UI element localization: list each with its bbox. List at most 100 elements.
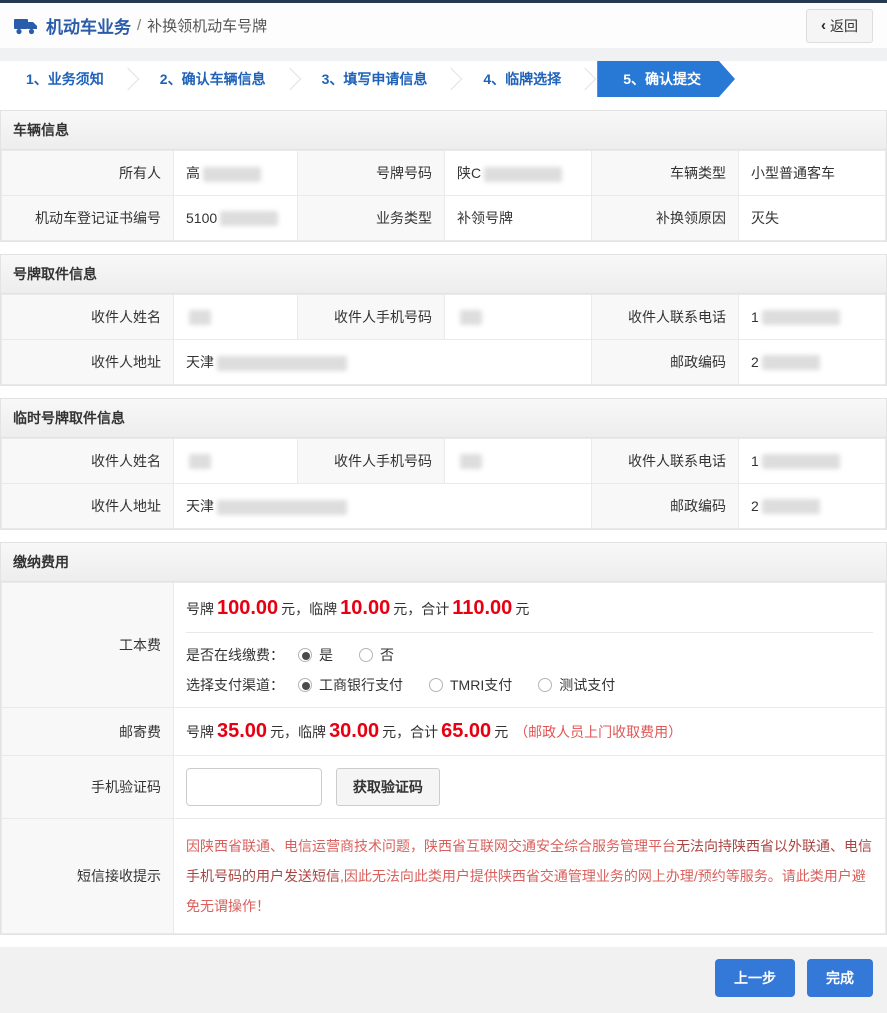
section-title: 临时号牌取件信息: [1, 399, 886, 438]
breadcrumb-separator: /: [137, 17, 141, 34]
field-label-recipient-address: 收件人地址: [2, 340, 174, 385]
truck-icon: [14, 17, 38, 35]
online-pay-row: 是否在线缴费： 是 否: [186, 645, 873, 665]
tab-step-5-active[interactable]: 5、确认提交: [597, 61, 735, 97]
field-label-recipient-mobile: 收件人手机号码: [298, 295, 445, 340]
table-row: 收件人地址 天津 邮政编码 2: [2, 340, 886, 385]
redacted-value: [217, 356, 347, 371]
field-value-recipient-address: 天津: [174, 484, 592, 529]
table-row: 手机验证码 获取验证码: [2, 756, 886, 819]
tab-step-3[interactable]: 3、填写申请信息: [296, 61, 454, 97]
redacted-value: [203, 167, 261, 182]
radio-unselected-icon[interactable]: [538, 678, 552, 692]
radio-channel-icbc[interactable]: 工商银行支付: [298, 675, 403, 695]
redacted-value: [762, 499, 820, 514]
field-label-recipient-phone: 收件人联系电话: [592, 439, 739, 484]
get-sms-code-button[interactable]: 获取验证码: [336, 768, 440, 806]
tab-step-1[interactable]: 1、业务须知: [0, 61, 130, 97]
field-label-reg-cert-no: 机动车登记证书编号: [2, 196, 174, 241]
redacted-value: [762, 454, 840, 469]
field-value-postage-fee: 号牌35.00元，临牌30.00元，合计65.00元（邮政人员上门收取费用）: [174, 708, 886, 756]
radio-channel-tmri[interactable]: TMRI支付: [429, 675, 512, 695]
field-label-sms-notice: 短信接收提示: [2, 819, 174, 934]
postage-fee-note: （邮政人员上门收取费用）: [514, 724, 682, 740]
field-label-recipient-mobile: 收件人手机号码: [298, 439, 445, 484]
field-value-recipient-mobile: [445, 295, 592, 340]
field-value-business-type: 补领号牌: [445, 196, 592, 241]
section-fees: 缴纳费用 工本费 号牌100.00元，临牌10.00元，合计110.00元 是否…: [0, 542, 887, 935]
header-divider-band: [0, 48, 887, 61]
tab-step-4[interactable]: 4、临牌选择: [457, 61, 587, 97]
field-value-recipient-phone: 1: [739, 295, 886, 340]
field-label-recipient-phone: 收件人联系电话: [592, 295, 739, 340]
section-temp-plate-delivery: 临时号牌取件信息 收件人姓名 收件人手机号码 收件人联系电话 1 收件人地址 天…: [0, 398, 887, 530]
footer-action-bar: 上一步 完成: [0, 947, 887, 1013]
finish-button[interactable]: 完成: [807, 959, 873, 997]
field-value-recipient-mobile: [445, 439, 592, 484]
field-value-recipient-phone: 1: [739, 439, 886, 484]
step-tabs: 1、业务须知 2、确认车辆信息 3、填写申请信息 4、临牌选择 5、确认提交: [0, 61, 887, 97]
app-title: 机动车业务: [46, 13, 131, 38]
page-title: 补换领机动车号牌: [147, 15, 267, 36]
radio-unselected-icon[interactable]: [359, 648, 373, 662]
previous-step-button[interactable]: 上一步: [715, 959, 795, 997]
radio-label: 工商银行支付: [319, 675, 403, 695]
field-label-recipient-name: 收件人姓名: [2, 439, 174, 484]
radio-unselected-icon[interactable]: [429, 678, 443, 692]
field-label-postage-fee: 邮寄费: [2, 708, 174, 756]
redacted-value: [762, 355, 820, 370]
radio-channel-test[interactable]: 测试支付: [538, 675, 615, 695]
radio-selected-icon[interactable]: [298, 678, 312, 692]
field-label-postcode: 邮政编码: [592, 484, 739, 529]
redacted-value: [220, 211, 278, 226]
redacted-value: [189, 310, 211, 325]
radio-label: 测试支付: [559, 675, 615, 695]
total-fee-amount: 110.00: [452, 597, 512, 619]
radio-label: 否: [380, 645, 394, 665]
redacted-value: [484, 167, 562, 182]
table-row: 工本费 号牌100.00元，临牌10.00元，合计110.00元 是否在线缴费：…: [2, 583, 886, 708]
page-header: 机动车业务 / 补换领机动车号牌 ‹ 返回: [0, 3, 887, 48]
field-value-production-fee: 号牌100.00元，临牌10.00元，合计110.00元 是否在线缴费： 是 否…: [174, 583, 886, 708]
table-row: 机动车登记证书编号 5100 业务类型 补领号牌 补换领原因 灭失: [2, 196, 886, 241]
redacted-value: [762, 310, 840, 325]
field-label-owner: 所有人: [2, 151, 174, 196]
field-value-recipient-name: [174, 295, 298, 340]
plate-fee-amount: 100.00: [217, 597, 278, 619]
field-value-reg-cert-no: 5100: [174, 196, 298, 241]
section-title: 号牌取件信息: [1, 255, 886, 294]
tab-step-2[interactable]: 2、确认车辆信息: [134, 61, 292, 97]
table-row: 所有人 高 号牌号码 陕C 车辆类型 小型普通客车: [2, 151, 886, 196]
section-plate-delivery: 号牌取件信息 收件人姓名 收件人手机号码 收件人联系电话 1 收件人地址 天津 …: [0, 254, 887, 386]
sms-notice-text: 因陕西省联通、电信运营商技术问题，陕西省互联网交通安全综合服务管理平台无法向持陕…: [186, 831, 873, 921]
sms-code-input[interactable]: [186, 768, 322, 806]
section-title: 车辆信息: [1, 111, 886, 150]
pay-channel-label: 选择支付渠道：: [186, 675, 284, 695]
back-button[interactable]: ‹ 返回: [806, 9, 873, 43]
field-value-sms-code: 获取验证码: [174, 756, 886, 819]
table-row: 短信接收提示 因陕西省联通、电信运营商技术问题，陕西省互联网交通安全综合服务管理…: [2, 819, 886, 934]
field-value-plate-no: 陕C: [445, 151, 592, 196]
field-label-vehicle-type: 车辆类型: [592, 151, 739, 196]
field-label-recipient-name: 收件人姓名: [2, 295, 174, 340]
field-label-business-type: 业务类型: [298, 196, 445, 241]
online-pay-label: 是否在线缴费：: [186, 645, 284, 665]
temp-plate-postage-amount: 30.00: [329, 720, 379, 742]
field-value-recipient-address: 天津: [174, 340, 592, 385]
table-row: 收件人姓名 收件人手机号码 收件人联系电话 1: [2, 439, 886, 484]
radio-label: TMRI支付: [450, 675, 512, 695]
field-label-postcode: 邮政编码: [592, 340, 739, 385]
plate-postage-amount: 35.00: [217, 720, 267, 742]
section-vehicle-info: 车辆信息 所有人 高 号牌号码 陕C 车辆类型 小型普通客车 机动车登记证书编号…: [0, 110, 887, 242]
radio-label: 是: [319, 645, 333, 665]
table-row: 收件人地址 天津 邮政编码 2: [2, 484, 886, 529]
field-value-postcode: 2: [739, 484, 886, 529]
field-label-reason: 补换领原因: [592, 196, 739, 241]
field-value-reason: 灭失: [739, 196, 886, 241]
production-fee-amounts: 号牌100.00元，临牌10.00元，合计110.00元: [186, 595, 873, 633]
radio-selected-icon[interactable]: [298, 648, 312, 662]
radio-online-pay-yes[interactable]: 是: [298, 645, 333, 665]
radio-online-pay-no[interactable]: 否: [359, 645, 394, 665]
table-row: 收件人姓名 收件人手机号码 收件人联系电话 1: [2, 295, 886, 340]
pay-channel-row: 选择支付渠道： 工商银行支付 TMRI支付 测试支付: [186, 675, 873, 695]
